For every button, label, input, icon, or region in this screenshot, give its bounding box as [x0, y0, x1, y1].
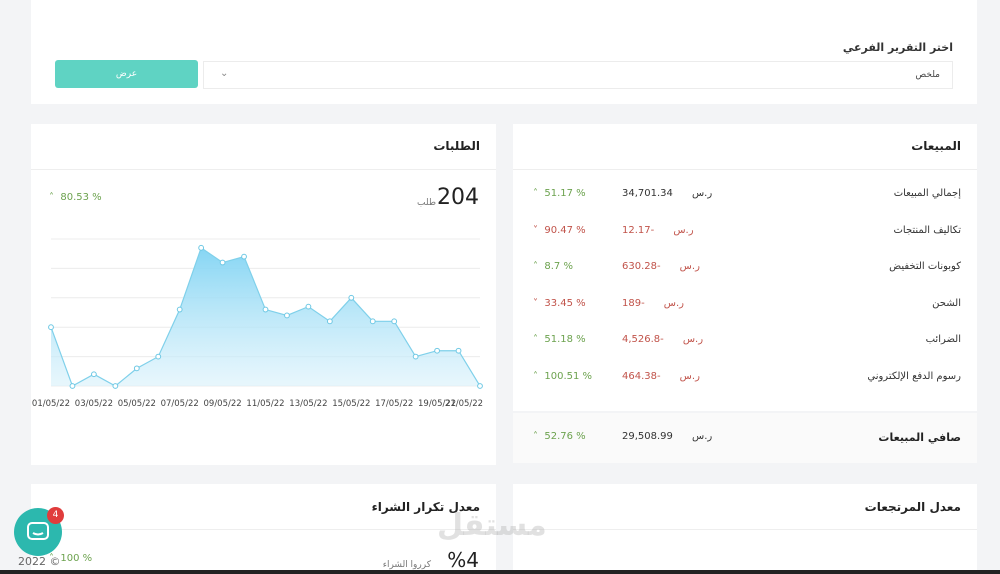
watermark-logo: مستقل [437, 508, 547, 543]
data-point[interactable] [434, 347, 441, 354]
data-point[interactable] [477, 383, 483, 389]
currency: ر.س [691, 431, 713, 442]
amount: 29,508.99 [622, 431, 673, 442]
repeat-unit: كرروا الشراء [382, 560, 431, 570]
data-point[interactable] [348, 294, 355, 301]
sales-row-change: ˄ 51.18 % [533, 334, 586, 345]
sales-row: الشحن ر.س -189 ˅ 33.45 % [513, 294, 977, 314]
sales-row-label: رسوم الدفع الإلكتروني [867, 370, 961, 382]
sub-report-label: اختر التقرير الفرعي [842, 41, 953, 54]
sales-row-amount: ر.س -464.38 [622, 370, 700, 382]
divider [31, 529, 496, 530]
sales-row-change: ˄ 100.51 % [533, 370, 593, 382]
repeat-purchase-card: معدل تكرار الشراء %4 كرروا الشراء ˄ 100 … [31, 484, 496, 574]
data-point[interactable] [391, 318, 398, 325]
data-point[interactable] [369, 318, 376, 325]
data-point[interactable] [326, 318, 333, 325]
data-point[interactable] [69, 383, 76, 389]
sales-row-change: ˅ 90.47 % [533, 224, 586, 236]
sales-row-amount: ر.س -630.28 [622, 261, 700, 272]
x-tick-label: 07/05/22 [161, 399, 199, 409]
sales-row-label: تكاليف المنتجات [893, 224, 961, 236]
sub-report-filter-card: اختر التقرير الفرعي ملخص ⌄ عرض [31, 0, 977, 104]
sales-row-label: الشحن [932, 297, 961, 309]
net-sales-label: صافي المبيعات [878, 431, 961, 444]
show-button[interactable]: عرض [55, 60, 198, 88]
x-tick-label: 13/05/22 [289, 399, 327, 409]
x-tick-label: 01/05/22 [32, 399, 70, 409]
x-tick-label: 15/05/22 [332, 399, 370, 409]
sales-row: كوبونات التخفيض ر.س -630.28 ˄ 8.7 % [513, 257, 977, 277]
returns-title: معدل المرتجعات [864, 500, 961, 514]
sales-row-label: إجمالي المبيعات [893, 188, 961, 199]
sales-row-change: ˄ 51.17 % [533, 188, 586, 199]
chevron-up-icon: ˄ [533, 431, 538, 442]
x-tick-label: 03/05/22 [75, 399, 113, 409]
copyright: 2022 © [18, 555, 61, 568]
orders-chart: 01/05/22 03/05/22 05/05/22 07/05/22 09/05/22… [32, 238, 483, 409]
data-point[interactable] [155, 353, 162, 360]
data-point[interactable] [198, 244, 205, 251]
data-point[interactable] [133, 365, 140, 372]
x-tick-label: 05/05/22 [118, 399, 156, 409]
net-sales-row: صافي المبيعات ر.س 29,508.99 ˄ 52.76 % [513, 413, 977, 463]
x-tick-label: 09/05/22 [204, 399, 242, 409]
orders-card: الطلبات 204 طلب ˄ 80.53 % 01/05/22 03/05/… [31, 124, 496, 465]
change: 52.76 % [544, 431, 586, 442]
sales-row-label: كوبونات التخفيض [889, 261, 961, 272]
divider [513, 169, 977, 170]
divider [513, 529, 977, 530]
sales-row: إجمالي المبيعات ر.س 34,701.34 ˄ 51.17 % [513, 184, 977, 204]
data-point[interactable] [48, 324, 54, 331]
chevron-up-icon: ˄ [49, 192, 54, 203]
sub-report-select[interactable]: ملخص ⌄ [203, 61, 953, 89]
repeat-value: %4 [447, 548, 479, 572]
x-tick-label: 17/05/22 [375, 399, 413, 409]
sales-row-amount: ر.س -12.17 [622, 224, 694, 236]
sub-report-selected: ملخص [915, 70, 940, 80]
change: 100 % [60, 553, 93, 564]
sales-row-amount: ر.س 34,701.34 [622, 188, 713, 199]
returns-card: معدل المرتجعات [513, 484, 977, 574]
net-sales-amount: ر.س 29,508.99 [622, 431, 712, 442]
sales-row-change: ˄ 8.7 % [533, 261, 573, 272]
net-sales-change: ˄ 52.76 % [533, 431, 586, 442]
data-point[interactable] [241, 253, 247, 260]
sales-title: المبيعات [911, 139, 961, 153]
sales-row-amount: ر.س -189 [622, 297, 684, 309]
data-point[interactable] [219, 259, 226, 266]
sales-row-label: الضرائب [925, 334, 961, 345]
chevron-down-icon: ⌄ [220, 68, 229, 79]
data-point[interactable] [91, 371, 97, 378]
data-point[interactable] [455, 347, 462, 354]
sales-row: الضرائب ر.س -4,526.8 ˄ 51.18 % [513, 330, 977, 350]
data-point[interactable] [176, 306, 183, 313]
sales-row-change: ˅ 33.45 % [533, 297, 586, 309]
data-point[interactable] [284, 312, 290, 319]
change: 80.53 % [60, 192, 102, 203]
orders-change: ˄ 80.53 % [49, 192, 102, 203]
data-point[interactable] [412, 353, 419, 360]
sales-row: رسوم الدفع الإلكتروني ر.س -464.38 ˄ 100.51… [513, 367, 977, 387]
orders-title: الطلبات [433, 139, 480, 153]
sales-row-amount: ر.س -4,526.8 [622, 334, 704, 345]
bottom-bar [0, 570, 1000, 574]
data-point[interactable] [262, 306, 269, 313]
x-tick-label: 21/05/22 [445, 399, 483, 409]
sales-row: تكاليف المنتجات ر.س -12.17 ˅ 90.47 % [513, 221, 977, 241]
x-tick-label: 11/05/22 [246, 399, 284, 409]
divider [31, 169, 496, 170]
data-point[interactable] [305, 303, 312, 310]
sales-card: المبيعات إجمالي المبيعات ر.س 34,701.34 ˄ 5… [513, 124, 977, 411]
data-point[interactable] [112, 383, 119, 389]
notification-badge: 4 [47, 507, 64, 524]
